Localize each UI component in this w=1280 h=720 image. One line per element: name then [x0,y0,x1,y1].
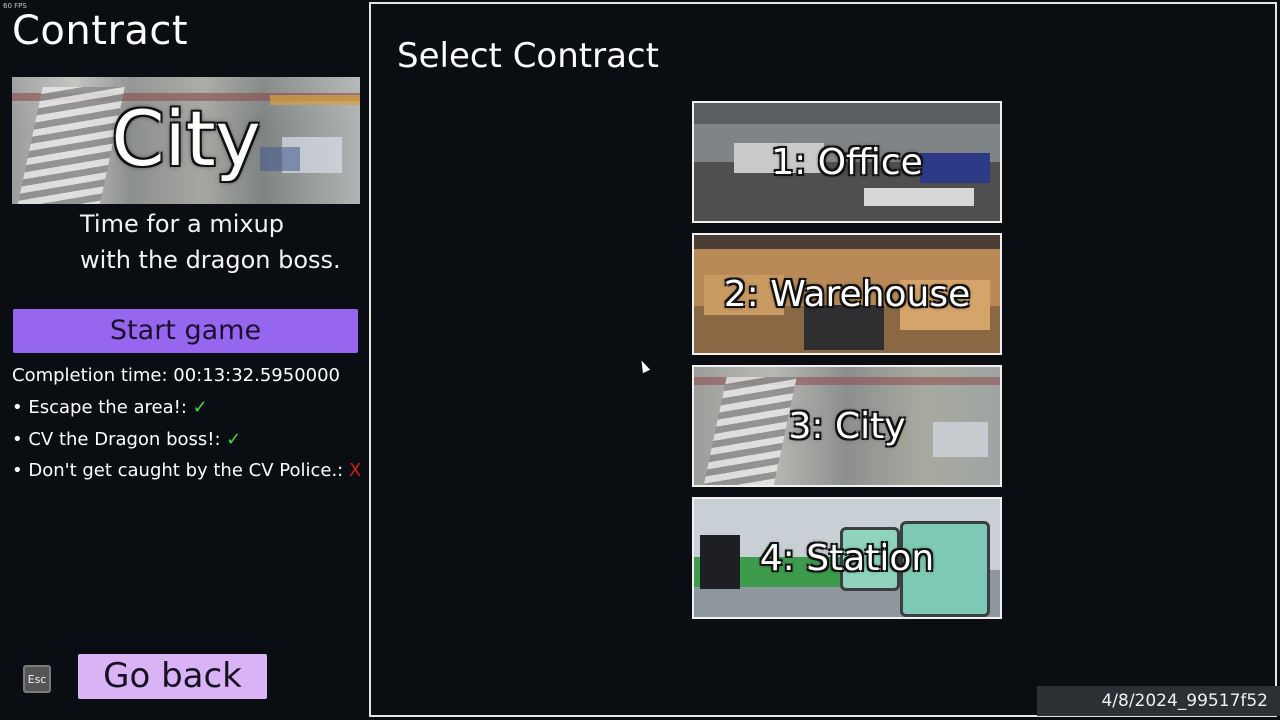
objective-item: • Don't get caught by the CV Police.: X [12,460,361,481]
contract-card-city[interactable]: 3: City [692,365,1002,487]
preview-label: City [111,94,261,183]
checkmark-icon: ✓ [192,397,208,418]
objective-text: • CV the Dragon boss!: [12,429,221,450]
contract-title: Contract [12,8,189,54]
contract-preview-image: City [12,77,360,204]
esc-key-hint[interactable]: Esc [23,665,51,693]
objective-text: • Escape the area!: [12,397,187,418]
build-version: 4/8/2024_99517f52 [1037,686,1280,716]
contract-card-office[interactable]: 1: Office [692,101,1002,223]
select-contract-title: Select Contract [397,36,659,76]
objective-text: • Don't get caught by the CV Police.: [12,460,344,481]
objective-item: • Escape the area!: ✓ [12,397,208,418]
contract-card-label: 4: Station [759,537,935,579]
contract-card-station[interactable]: 4: Station [692,497,1002,619]
contract-card-label: 3: City [788,405,906,447]
contract-card-label: 1: Office [771,141,923,183]
contract-description: Time for a mixup with the dragon boss. [80,210,341,274]
go-back-button[interactable]: Go back [78,654,267,699]
contract-card-warehouse[interactable]: 2: Warehouse [692,233,1002,355]
completion-time: Completion time: 00:13:32.5950000 [12,365,340,386]
checkmark-icon: ✓ [226,429,242,450]
cross-icon: X [348,460,362,481]
objective-item: • CV the Dragon boss!: ✓ [12,429,241,450]
contract-card-label: 2: Warehouse [723,273,971,315]
start-game-button[interactable]: Start game [13,309,358,353]
